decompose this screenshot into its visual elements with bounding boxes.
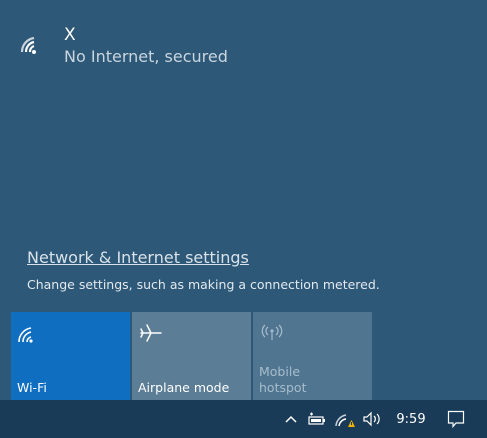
airplane-icon [140,324,162,342]
clock[interactable]: 9:59 [391,400,431,438]
airplane-mode-tile[interactable]: Airplane mode [132,312,251,400]
network-status: No Internet, secured [64,47,228,66]
wifi-icon [18,327,33,343]
wifi-tile-label: Wi-Fi [17,380,47,395]
network-name: X [64,25,76,45]
airplane-mode-tile-label: Airplane mode [138,380,230,395]
taskbar: 9:59 [0,400,487,438]
action-center-button[interactable] [441,400,471,438]
chevron-up-icon [285,415,297,423]
network-flyout: X No Internet, secured Network & Interne… [0,0,487,400]
wifi-warning-tray-icon [335,414,355,427]
mobile-hotspot-label-line-1: Mobile [259,364,301,379]
battery-button[interactable] [305,400,329,438]
mobile-hotspot-label-line-2: hotspot [259,380,307,395]
network-text: X No Internet, secured [64,24,228,68]
network-tray-button[interactable] [333,400,357,438]
notification-icon [447,410,465,428]
mobile-hotspot-tile-label: Mobile hotspot [259,364,306,396]
volume-button[interactable] [360,400,386,438]
wifi-tile[interactable]: Wi-Fi [11,312,130,400]
network-settings-link[interactable]: Network & Internet settings [27,248,249,267]
mobile-hotspot-tile[interactable]: Mobile hotspot [253,312,372,400]
wifi-warning-icon [20,36,36,54]
show-hidden-icons-button[interactable] [281,400,301,438]
network-list-item[interactable]: X No Internet, secured [18,24,228,68]
hotspot-icon [261,324,283,340]
battery-icon [308,412,325,425]
volume-icon [363,411,380,427]
network-settings-description: Change settings, such as making a connec… [27,277,380,292]
